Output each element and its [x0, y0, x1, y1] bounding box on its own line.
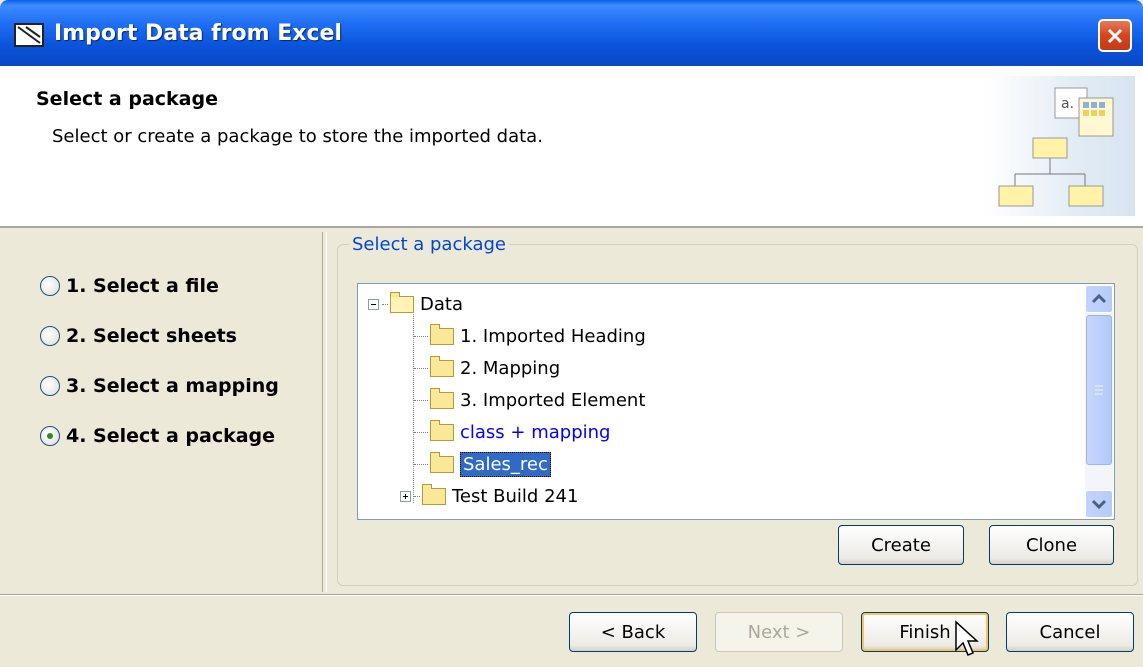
tree-node-label: Sales_rec — [460, 451, 551, 477]
package-folder-icon — [422, 483, 446, 505]
svg-text:a.: a. — [1061, 96, 1074, 112]
tree-node-label: 1. Imported Heading — [460, 325, 646, 347]
vertical-divider — [322, 232, 327, 592]
tree-connector — [414, 367, 428, 369]
tree-node[interactable]: 2. Mapping — [414, 354, 560, 382]
tree-connector — [414, 431, 428, 433]
chevron-down-icon — [1091, 499, 1107, 510]
mouse-pointer-icon — [955, 620, 979, 656]
package-folder-icon — [430, 323, 454, 345]
step-select-file[interactable]: 1. Select a file — [40, 272, 219, 300]
tree-node-label: 2. Mapping — [460, 357, 561, 379]
wizard-header: Select a package Select or create a pack… — [0, 66, 1143, 228]
groupbox-legend: Select a package — [349, 234, 509, 255]
package-folder-icon — [430, 419, 454, 441]
title-bar[interactable]: Import Data from Excel — [0, 0, 1143, 66]
back-button[interactable]: < Back — [569, 612, 697, 652]
tree-node-label: Data — [420, 293, 463, 315]
step-select-sheets[interactable]: 2. Select sheets — [40, 322, 237, 350]
next-button[interactable]: Next > — [715, 612, 843, 652]
radio-button[interactable] — [40, 376, 60, 396]
create-button[interactable]: Create — [838, 525, 964, 565]
page-description: Select or create a package to store the … — [52, 126, 543, 147]
radio-button[interactable] — [40, 326, 60, 346]
grip-icon — [1095, 385, 1103, 395]
page-title: Select a package — [36, 88, 218, 110]
step-label: 3. Select a mapping — [66, 375, 279, 397]
expand-icon[interactable] — [400, 490, 411, 502]
scroll-thumb[interactable] — [1086, 315, 1112, 465]
tree-connector — [414, 335, 428, 337]
step-label: 1. Select a file — [66, 275, 219, 297]
step-select-mapping[interactable]: 3. Select a mapping — [40, 372, 279, 400]
import-dialog: Import Data from Excel Select a package … — [0, 0, 1143, 667]
tree-node-root[interactable]: Data — [368, 290, 463, 318]
step-label: 2. Select sheets — [66, 325, 237, 347]
tree-node[interactable]: 1. Imported Heading — [414, 322, 646, 350]
tree-node-label: class + mapping — [460, 421, 611, 443]
tree-connector — [382, 303, 388, 305]
close-icon[interactable] — [1098, 19, 1132, 52]
package-folder-icon — [390, 291, 414, 313]
tree-node[interactable]: Test Build 241 — [400, 482, 578, 510]
tree-node[interactable]: 3. Imported Element — [414, 386, 645, 414]
tree-scrollbar[interactable] — [1085, 285, 1113, 518]
radio-button-selected[interactable] — [40, 426, 60, 446]
scroll-down-button[interactable] — [1085, 490, 1113, 518]
footer-divider — [0, 594, 1143, 596]
package-folder-icon — [430, 355, 454, 377]
tree-node-label: 3. Imported Element — [460, 389, 646, 411]
step-label: 4. Select a package — [66, 425, 276, 447]
tree-connector — [414, 463, 428, 465]
wizard-steps: 1. Select a file 2. Select sheets 3. Sel… — [0, 228, 322, 598]
app-icon — [14, 23, 44, 47]
cancel-button[interactable]: Cancel — [1006, 612, 1134, 652]
scroll-up-button[interactable] — [1085, 285, 1113, 313]
step-select-package[interactable]: 4. Select a package — [40, 422, 275, 450]
window-title: Import Data from Excel — [54, 21, 342, 46]
tree-node-selected[interactable]: Sales_rec — [414, 450, 551, 478]
clone-button[interactable]: Clone — [989, 525, 1114, 565]
package-tree[interactable]: Data 1. Imported Heading 2. Mapping 3. I… — [357, 283, 1115, 520]
tree-connector — [414, 399, 428, 401]
tree-node[interactable]: class + mapping — [414, 418, 610, 446]
collapse-icon[interactable] — [368, 298, 379, 310]
package-folder-icon — [430, 387, 454, 409]
package-folder-icon — [430, 451, 454, 473]
wizard-graphic-icon: a. — [985, 76, 1135, 216]
tree-connector — [414, 495, 420, 497]
chevron-up-icon — [1091, 293, 1107, 304]
radio-button[interactable] — [40, 276, 60, 296]
tree-node-label: Test Build 241 — [452, 485, 579, 507]
